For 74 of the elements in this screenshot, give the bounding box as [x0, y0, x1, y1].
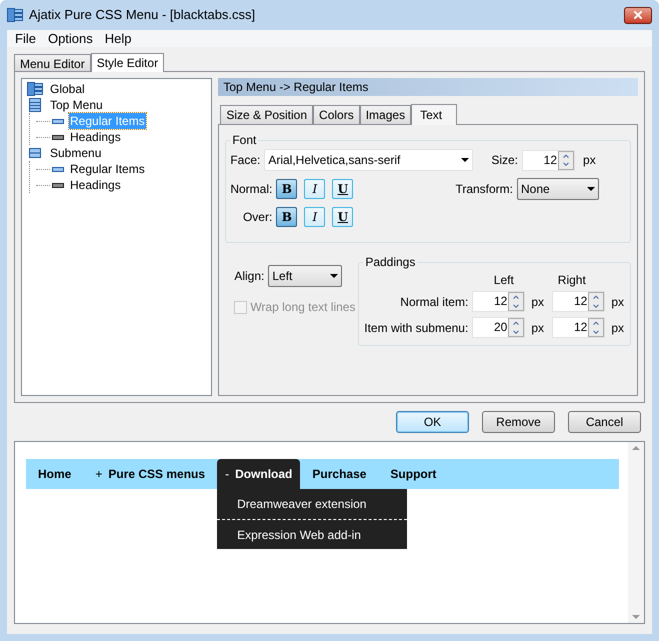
field-label: Over:: [242, 209, 274, 226]
tree-icon: [7, 8, 23, 22]
close-icon: [632, 9, 644, 21]
tab[interactable]: Colors: [313, 105, 360, 124]
dropdown-arrow-icon: [461, 158, 470, 162]
preview-menu-item[interactable]: Home: [38, 459, 84, 489]
style-toggle-button[interactable]: B: [276, 207, 298, 227]
column-label: Left: [492, 272, 515, 286]
panel-header: Top Menu -> Regular Items: [218, 78, 638, 96]
tree-item[interactable]: Headings: [69, 129, 122, 145]
menu-item[interactable]: File: [9, 28, 42, 48]
style-toggle-button[interactable]: B: [276, 179, 298, 199]
preview-menu-item[interactable]: Purchase: [300, 459, 378, 489]
checkbox-label: Wrap long text lines: [250, 299, 356, 316]
face-dropdown[interactable]: Arial,Helvetica,sans-serif: [264, 149, 474, 171]
field-label: Normal item:: [399, 294, 470, 310]
tab[interactable]: Style Editor: [90, 53, 164, 72]
field-label: Size:: [491, 152, 518, 169]
unit-label: px: [531, 294, 545, 310]
spin-field[interactable]: 12: [552, 317, 606, 338]
group-label: Paddings: [364, 254, 416, 271]
align-dropdown[interactable]: Left: [268, 265, 342, 287]
scroll-down-icon[interactable]: [632, 615, 640, 619]
dropdown-entry[interactable]: Expression Web add-in: [217, 519, 408, 549]
tree-item[interactable]: Regular Items: [69, 161, 146, 177]
scroll-up-icon[interactable]: [632, 446, 640, 450]
unit-label: px: [611, 320, 624, 336]
spin-field[interactable]: 12: [472, 291, 526, 312]
field-label: Item with submenu:: [363, 320, 470, 336]
field-label: Align:: [234, 268, 264, 285]
field-label: Face:: [230, 152, 260, 169]
tree-icon: [27, 82, 43, 96]
close-button[interactable]: [624, 6, 652, 24]
dialog-button[interactable]: Cancel: [568, 411, 641, 433]
dropdown-arrow-icon: [587, 187, 595, 191]
spin-field[interactable]: 12: [552, 291, 606, 312]
dialog-button[interactable]: OK: [396, 411, 469, 433]
tab[interactable]: Text: [411, 104, 458, 125]
bar-icon: [52, 118, 64, 124]
tree-item[interactable]: Top Menu: [49, 97, 104, 113]
list-icon: [29, 148, 41, 158]
tab[interactable]: Images: [360, 105, 412, 124]
preview-menu-item[interactable]: - Download: [217, 459, 300, 489]
bar-icon: [52, 182, 64, 188]
style-toggle-button[interactable]: U: [332, 179, 354, 199]
style-toggle-button[interactable]: I: [304, 207, 326, 227]
group-label: Font: [231, 132, 258, 149]
dialog-button[interactable]: Remove: [482, 411, 555, 433]
preview-menu-item[interactable]: + Pure CSS menus: [83, 459, 218, 489]
list-icon: [29, 98, 41, 112]
tree-item[interactable]: Submenu: [49, 145, 102, 161]
dropdown-arrow-icon: [330, 274, 338, 278]
transform-dropdown[interactable]: None: [517, 178, 599, 200]
menu-item[interactable]: Help: [98, 28, 138, 48]
menu-item[interactable]: Options: [42, 28, 99, 48]
unit-label: px: [611, 294, 624, 310]
spin-field[interactable]: 20: [472, 317, 526, 338]
bar-icon: [52, 166, 64, 172]
style-toggle-button[interactable]: U: [332, 207, 354, 227]
spin-field[interactable]: 12: [522, 150, 576, 170]
preview-menu-item[interactable]: Support: [378, 459, 448, 489]
tree-item[interactable]: Global: [49, 81, 86, 97]
field-label: Normal:: [230, 181, 274, 198]
tree-item[interactable]: Headings: [69, 177, 122, 193]
tab[interactable]: Size & Position: [220, 105, 314, 124]
dropdown-entry[interactable]: Dreamweaver extension: [217, 489, 408, 519]
tab[interactable]: Menu Editor: [14, 54, 91, 71]
field-label: Transform:: [455, 181, 513, 198]
column-label: Right: [556, 272, 587, 286]
unit-label: px: [583, 152, 596, 169]
style-toggle-button[interactable]: I: [304, 179, 326, 199]
window-title: Ajatix Pure CSS Menu - [blacktabs.css]: [29, 6, 256, 24]
unit-label: px: [531, 320, 545, 336]
bar-icon: [52, 134, 64, 140]
